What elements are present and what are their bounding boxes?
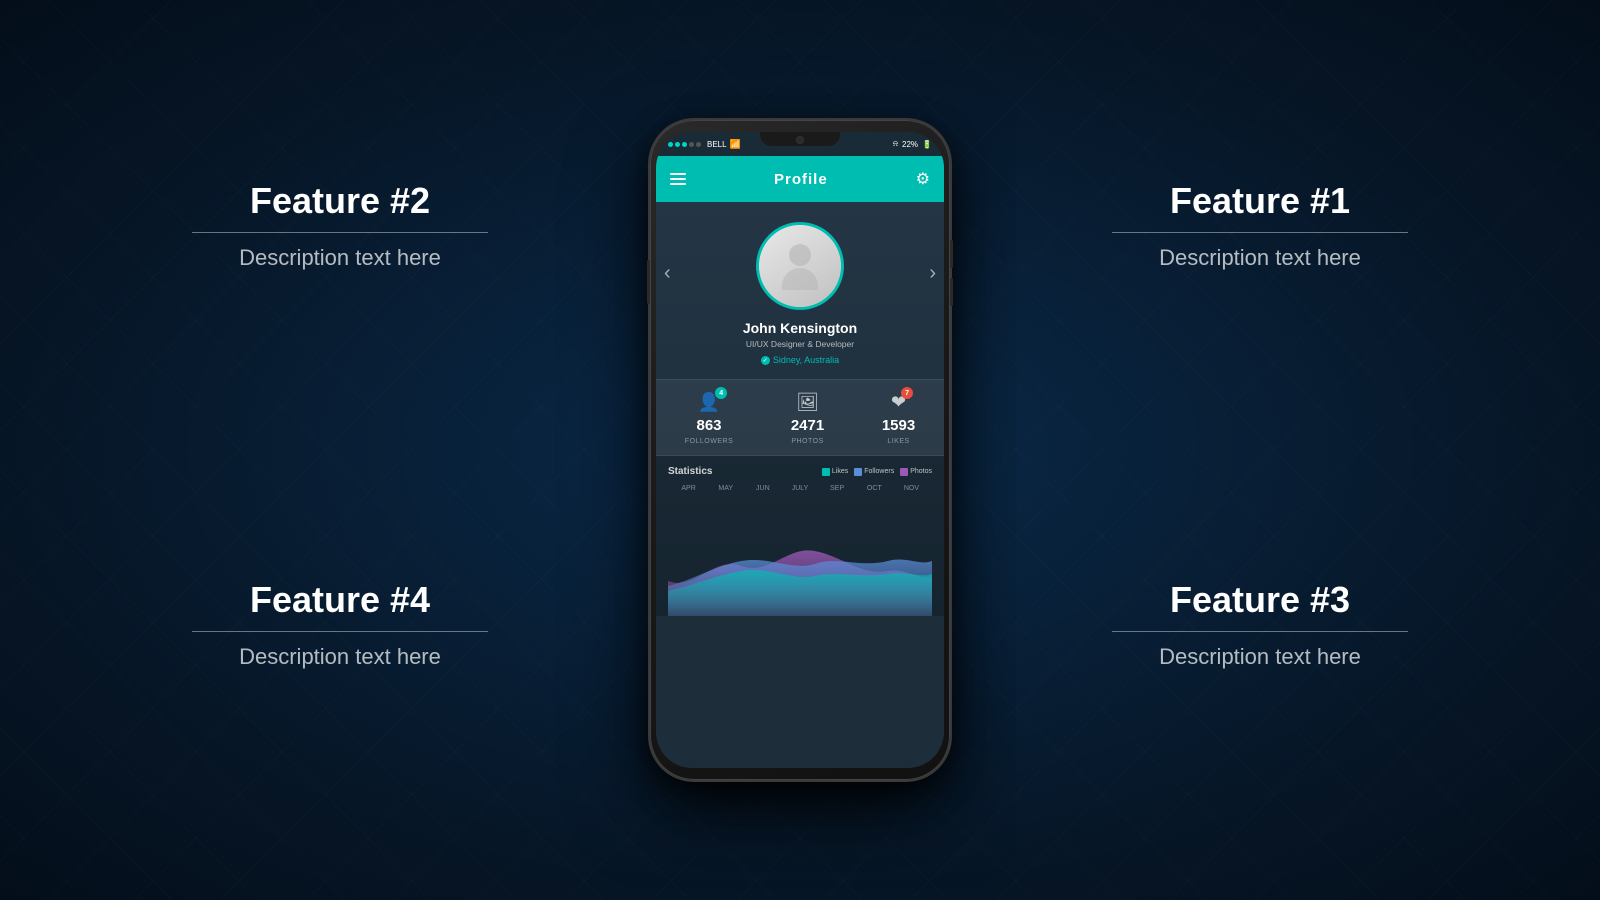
volume-up-button [950, 240, 953, 268]
phone-shell: BELL 📶 ⍾ 22% 🔋 Pro [650, 120, 950, 780]
statistics-title: Statistics [668, 466, 712, 477]
avatar-inner [759, 225, 841, 307]
chart-svg [668, 496, 932, 616]
month-nov: NOV [893, 485, 930, 492]
feature-1-divider [1112, 232, 1408, 233]
status-right: ⍾ 22% 🔋 [893, 139, 932, 149]
month-sep: SEP [819, 485, 856, 492]
avatar-body [782, 268, 818, 290]
likes-icon-wrap: ❤ 7 [891, 392, 906, 413]
feature-4-divider [192, 631, 488, 632]
chart-legend: Likes Followers Photos [822, 468, 932, 476]
feature-2-description: Description text here [155, 245, 525, 271]
likes-stat: ❤ 7 1593 LIKES [882, 392, 915, 445]
location-dot: ✓ [761, 356, 770, 365]
battery-icon: 🔋 [922, 140, 932, 149]
signal-dot-2 [675, 142, 680, 147]
followers-badge: 4 [715, 387, 727, 399]
feature-4-description: Description text here [155, 644, 525, 670]
legend-likes-dot [822, 468, 830, 476]
followers-stat: 👤 4 863 FOLLOWERS [685, 392, 733, 445]
legend-photos-dot [900, 468, 908, 476]
legend-followers-dot [854, 468, 862, 476]
phone-screen: BELL 📶 ⍾ 22% 🔋 Pro [656, 132, 944, 768]
photos-icon: 🖼 [796, 392, 819, 412]
stats-bar: 👤 4 863 FOLLOWERS 🖼 2471 [656, 379, 944, 456]
month-oct: OCT [856, 485, 893, 492]
signal-dot-1 [668, 142, 673, 147]
month-july: JULY [781, 485, 818, 492]
page-wrapper: Feature #2 Description text here Feature… [0, 0, 1600, 900]
wifi-icon: 📶 [730, 139, 741, 150]
legend-photos-label: Photos [910, 468, 932, 475]
feature-2-divider [192, 232, 488, 233]
feature-2-block: Feature #2 Description text here [155, 180, 525, 271]
signal-dot-3 [682, 142, 687, 147]
profile-content: ‹ › John Kensington UI/UX Designer [656, 202, 944, 616]
profile-location: ✓ Sidney, Australia [761, 355, 839, 365]
legend-photos: Photos [900, 468, 932, 476]
legend-likes: Likes [822, 468, 848, 476]
menu-line-1 [670, 173, 686, 175]
signal-dot-5 [696, 142, 701, 147]
menu-button[interactable] [670, 173, 686, 185]
likes-count: 1593 [882, 417, 915, 434]
status-left: BELL 📶 [668, 139, 741, 150]
profile-job-title: UI/UX Designer & Developer [746, 339, 854, 349]
signal-dot-4 [689, 142, 694, 147]
avatar-silhouette [778, 244, 823, 289]
carrier-label: BELL [707, 140, 727, 149]
feature-3-block: Feature #3 Description text here [1075, 579, 1445, 670]
app-header: Profile ⚙ [656, 156, 944, 202]
feature-3-title: Feature #3 [1075, 579, 1445, 621]
volume-down-button [950, 278, 953, 306]
followers-count: 863 [697, 417, 722, 434]
stats-header: Statistics Likes Followers [668, 466, 932, 477]
month-apr: APR [670, 485, 707, 492]
month-labels: APR MAY JUN JULY SEP OCT NOV [668, 485, 932, 492]
location-text: Sidney, Australia [773, 355, 839, 365]
followers-icon-wrap: 👤 4 [698, 392, 720, 413]
bluetooth-icon: ⍾ [893, 139, 898, 149]
feature-4-title: Feature #4 [155, 579, 525, 621]
month-may: MAY [707, 485, 744, 492]
feature-1-block: Feature #1 Description text here [1075, 180, 1445, 271]
avatar-head [789, 244, 811, 266]
photos-label: PHOTOS [791, 438, 823, 445]
feature-2-title: Feature #2 [155, 180, 525, 222]
nav-prev-button[interactable]: ‹ [664, 262, 671, 285]
battery-level: 22% [902, 140, 918, 149]
legend-followers: Followers [854, 468, 894, 476]
likes-badge: 7 [901, 387, 913, 399]
phone-camera [796, 136, 804, 144]
photos-icon-wrap: 🖼 [796, 392, 819, 413]
feature-3-divider [1112, 631, 1408, 632]
checkmark-icon: ✓ [763, 357, 768, 364]
photos-stat: 🖼 2471 PHOTOS [791, 392, 824, 445]
feature-4-block: Feature #4 Description text here [155, 579, 525, 670]
nav-next-button[interactable]: › [929, 262, 936, 285]
power-button [647, 260, 650, 304]
phone-device: BELL 📶 ⍾ 22% 🔋 Pro [650, 120, 950, 780]
app-title: Profile [774, 171, 828, 188]
followers-label: FOLLOWERS [685, 438, 733, 445]
feature-1-description: Description text here [1075, 245, 1445, 271]
signal-dots [668, 142, 701, 147]
statistics-section: Statistics Likes Followers [656, 456, 944, 616]
feature-1-title: Feature #1 [1075, 180, 1445, 222]
legend-likes-label: Likes [832, 468, 848, 475]
likes-label: LIKES [887, 438, 909, 445]
menu-line-2 [670, 178, 686, 180]
photos-count: 2471 [791, 417, 824, 434]
legend-followers-label: Followers [864, 468, 894, 475]
month-jun: JUN [744, 485, 781, 492]
menu-line-3 [670, 183, 686, 185]
profile-name: John Kensington [743, 320, 857, 336]
statistics-chart [668, 496, 932, 616]
settings-icon[interactable]: ⚙ [916, 169, 930, 189]
feature-3-description: Description text here [1075, 644, 1445, 670]
avatar [756, 222, 844, 310]
